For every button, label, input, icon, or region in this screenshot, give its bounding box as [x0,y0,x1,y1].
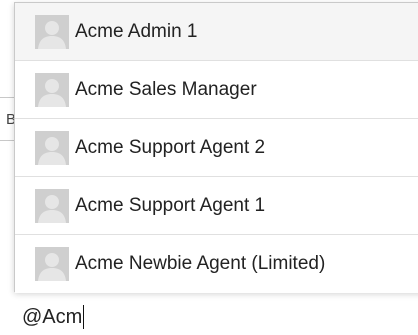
background-text-fragment: B [6,111,14,128]
default-user-avatar-icon [35,130,69,165]
background-divider [0,140,14,141]
default-user-avatar-icon [35,14,69,49]
comment-input[interactable]: @Acm [22,302,85,332]
text-caret [83,305,85,329]
default-user-avatar-icon [35,188,69,223]
mention-suggestion-item[interactable]: Acme Admin 1 [15,3,418,61]
mention-suggestion-name: Acme Support Agent 1 [75,194,266,216]
mention-suggestion-name: Acme Newbie Agent (Limited) [75,253,326,274]
mention-suggestion-item[interactable]: Acme Support Agent 2 [15,119,418,177]
mention-suggestion-item[interactable]: Acme Support Agent 1 [15,177,418,235]
comment-input-text: @Acm [22,305,83,328]
default-user-avatar-icon [35,72,69,107]
mention-suggestion-list: Acme Admin 1 Acme Sales Manager Acme Sup… [14,2,418,293]
mention-suggestion-item[interactable]: Acme Newbie Agent (Limited) [15,235,418,293]
mention-autocomplete-view: B Acme Admin 1 Acme Sales Manager Acme S… [0,0,418,335]
mention-suggestion-name: Acme Admin 1 [75,20,198,42]
mention-suggestion-name: Acme Sales Manager [75,78,257,100]
mention-suggestion-name: Acme Support Agent 2 [75,136,266,158]
background-divider [0,97,14,98]
default-user-avatar-icon [35,247,69,281]
mention-suggestion-item[interactable]: Acme Sales Manager [15,61,418,119]
